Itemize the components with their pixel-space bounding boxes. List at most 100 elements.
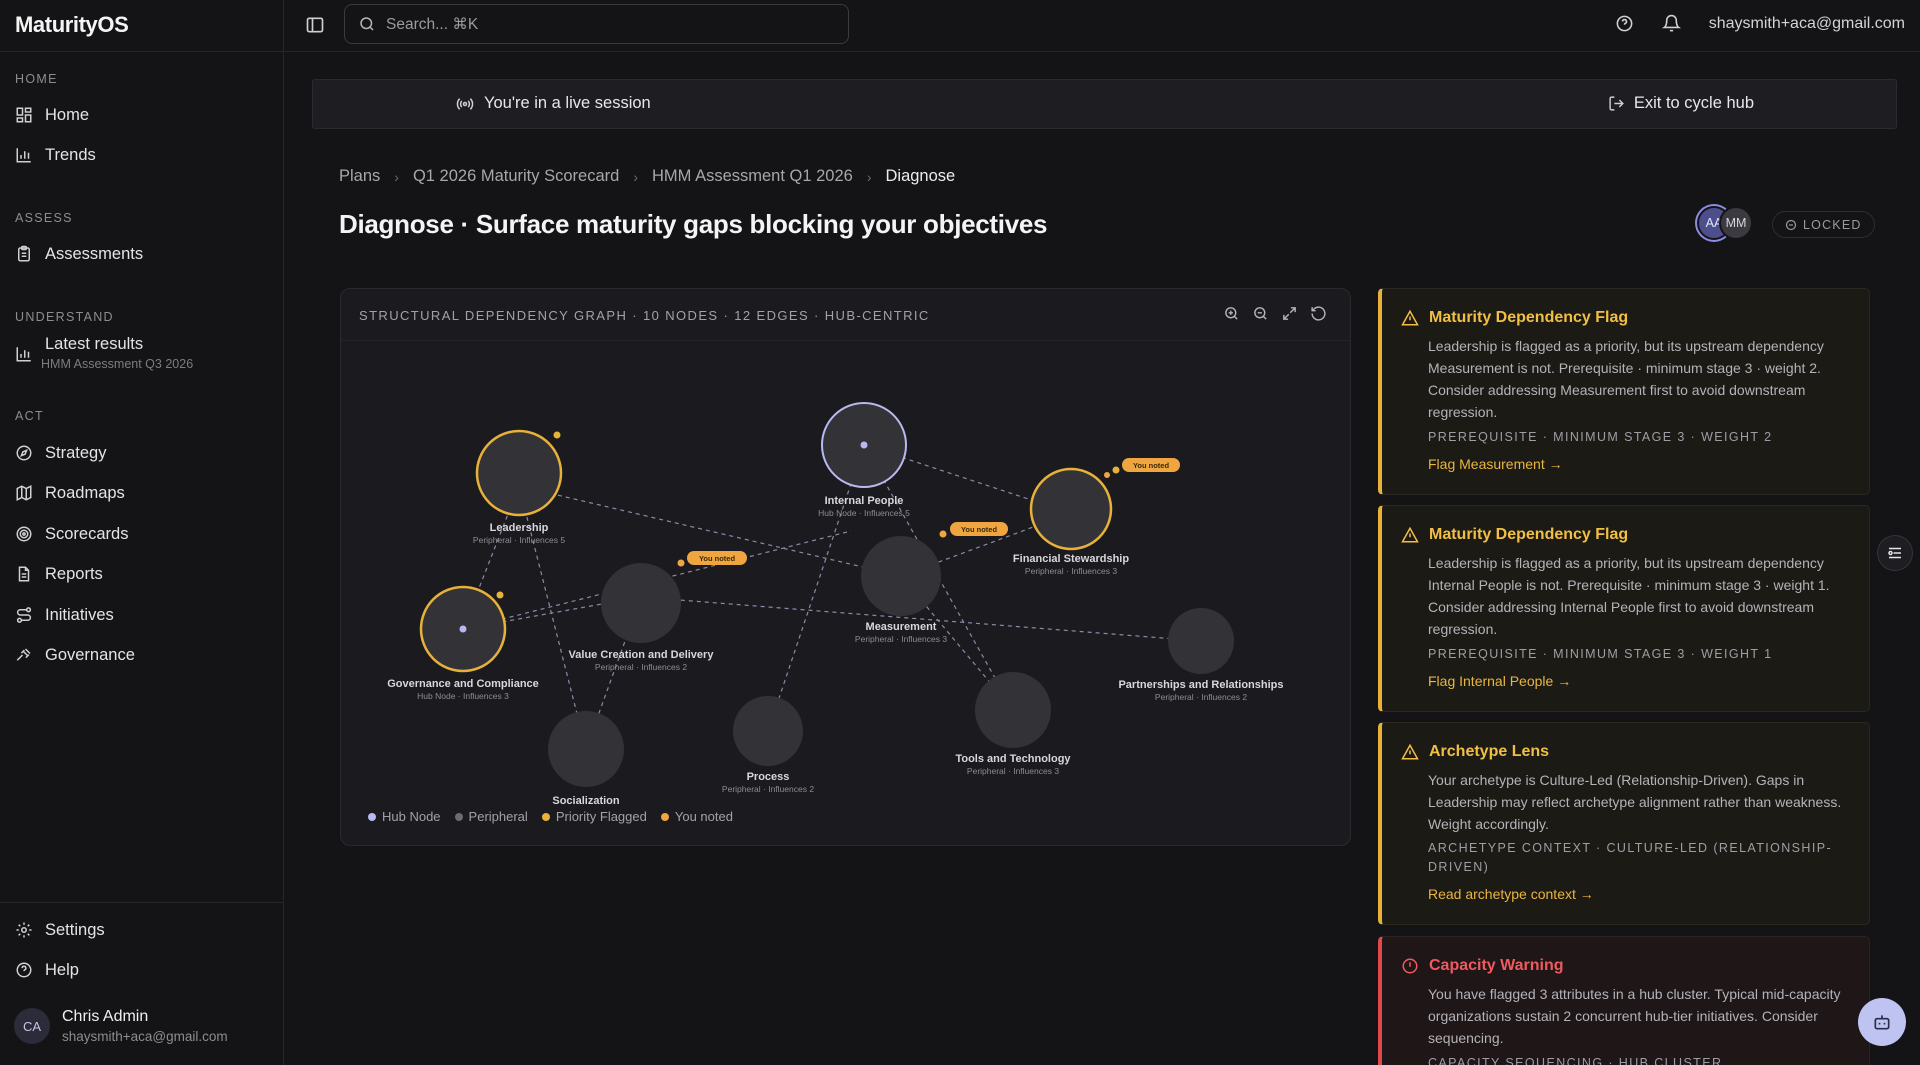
graph-node-leadership[interactable]: Leadership Peripheral · Influences 5	[473, 429, 565, 545]
locked-badge: LOCKED	[1772, 211, 1875, 238]
archetype-lens-card: Archetype Lens Your archetype is Culture…	[1378, 722, 1870, 925]
sidebar-item-trends[interactable]: Trends	[15, 141, 96, 169]
zoom-out-icon[interactable]	[1252, 305, 1269, 322]
sidebar-item-label: Home	[45, 105, 90, 124]
legend-swatch	[660, 812, 669, 821]
sidebar-item-home[interactable]: Home	[15, 101, 89, 129]
alert-circle-icon	[1402, 958, 1418, 974]
bell-icon[interactable]	[1661, 14, 1681, 33]
grid-icon	[16, 107, 32, 123]
file-text-icon	[18, 566, 30, 582]
flag-body: Leadership is flagged as a priority, but…	[1428, 555, 1830, 637]
node-label: Internal People	[825, 495, 904, 507]
expand-icon[interactable]	[1281, 305, 1298, 322]
graph-node-financial-stewardship[interactable]: You noted Financial Stewardship Peripher…	[1013, 458, 1180, 576]
sidebar-toggle-icon[interactable]	[305, 15, 325, 35]
node-sub: Peripheral · Influences 2	[722, 784, 814, 794]
breadcrumb-current: Diagnose	[885, 167, 956, 185]
search-input[interactable]: Search... ⌘K	[344, 4, 849, 44]
node-sub: Peripheral · Influences 3	[967, 766, 1059, 776]
zoom-in-icon[interactable]	[1223, 305, 1240, 322]
sidebar-item-label: Roadmaps	[45, 483, 125, 502]
legend-item: Priority Flagged	[541, 809, 647, 824]
legend-label: Peripheral	[468, 809, 528, 824]
sidebar-item-scorecards[interactable]: Scorecards	[15, 520, 128, 548]
live-session-status: You're in a live session	[456, 94, 651, 113]
sidebar-item-help[interactable]: Help	[15, 956, 79, 984]
flag-title: Capacity Warning	[1429, 957, 1564, 974]
graph-header: STRUCTURAL DEPENDENCY GRAPH · 10 NODES ·…	[341, 289, 1350, 341]
sidebar: MaturityOS HOME Home Trends ASSESS Asses…	[0, 0, 284, 1065]
sidebar-item-roadmaps[interactable]: Roadmaps	[15, 479, 125, 507]
dependency-flag-card: Maturity Dependency Flag Leadership is f…	[1378, 505, 1870, 712]
flag-header: Capacity Warning	[1401, 957, 1564, 975]
app-logo[interactable]: MaturityOS	[15, 12, 129, 38]
graph-node-tools[interactable]: Tools and Technology Peripheral · Influe…	[955, 672, 1071, 776]
map-icon	[16, 485, 32, 501]
reset-icon[interactable]	[1310, 305, 1327, 322]
breadcrumb-item[interactable]: Q1 2026 Maturity Scorecard	[413, 167, 619, 186]
sidebar-item-reports[interactable]: Reports	[15, 560, 103, 588]
you-noted-badge: You noted	[699, 554, 736, 563]
assistant-button[interactable]	[1858, 998, 1906, 1046]
sidebar-item-latest-results[interactable]: Latest results	[15, 330, 143, 362]
gear-icon	[16, 922, 32, 938]
flag-header: Maturity Dependency Flag	[1401, 526, 1628, 544]
legend-swatch	[368, 812, 376, 821]
node-label: Financial Stewardship	[1013, 553, 1129, 565]
help-circle-icon[interactable]	[1615, 14, 1634, 33]
sidebar-item-settings[interactable]: Settings	[15, 916, 105, 944]
exit-to-cycle-hub-button[interactable]: Exit to cycle hub	[1608, 94, 1754, 113]
graph-node-internal-people[interactable]: Internal People Hub Node · Influences 5	[818, 402, 910, 518]
legend-swatch	[454, 812, 463, 821]
divider	[0, 902, 284, 903]
legend-label: Hub Node	[382, 809, 441, 824]
clipboard-icon	[18, 245, 30, 262]
sidebar-item-initiatives[interactable]: Initiatives	[15, 601, 114, 629]
user-email[interactable]: shaysmith+aca@gmail.com	[1709, 15, 1905, 33]
breadcrumb-item[interactable]: Plans	[339, 167, 380, 186]
avatar[interactable]: MM	[1719, 206, 1753, 240]
sidebar-item-label: Help	[45, 960, 79, 979]
sidebar-item-assessments[interactable]: Assessments	[15, 240, 143, 268]
legend-item: Peripheral	[454, 809, 528, 824]
graph-node-value-creation[interactable]: You noted Value Creation and Delivery Pe…	[569, 551, 747, 672]
node-label: Process	[747, 771, 790, 783]
live-session-banner: You're in a live session Exit to cycle h…	[312, 79, 1897, 129]
section-label-home: HOME	[15, 72, 58, 86]
flag-internal-people-link[interactable]: Flag Internal People →	[1428, 673, 1571, 689]
exit-label: Exit to cycle hub	[1633, 94, 1754, 112]
node-label: Measurement	[866, 621, 937, 633]
dependency-graph-panel: STRUCTURAL DEPENDENCY GRAPH · 10 NODES ·…	[340, 288, 1351, 846]
flag-body: Your archetype is Culture-Led (Relations…	[1428, 772, 1842, 832]
chevron-right-icon: ›	[394, 168, 399, 185]
breadcrumb: Plans › Q1 2026 Maturity Scorecard › HMM…	[339, 167, 955, 186]
read-archetype-context-link[interactable]: Read archetype context →	[1428, 886, 1594, 902]
log-out-icon	[1609, 96, 1624, 111]
user-profile[interactable]: CA Chris Admin shaysmith+aca@gmail.com	[14, 1008, 228, 1044]
legend-label: Priority Flagged	[555, 809, 647, 824]
sidebar-item-label: Governance	[45, 645, 135, 664]
graph-node-socialization[interactable]: Socialization	[548, 711, 624, 805]
dependency-graph[interactable]: Leadership Peripheral · Influences 5 Int…	[341, 341, 1350, 805]
flag-measurement-link[interactable]: Flag Measurement →	[1428, 456, 1563, 472]
sidebar-item-strategy[interactable]: Strategy	[15, 439, 106, 467]
node-sub: Peripheral · Influences 3	[855, 634, 947, 644]
you-noted-badge: You noted	[1133, 461, 1170, 470]
avatar: CA	[14, 1008, 50, 1044]
broadcast-icon	[456, 97, 474, 110]
graph-node-partnerships[interactable]: Partnerships and Relationships Periphera…	[1118, 608, 1284, 702]
breadcrumb-item[interactable]: HMM Assessment Q1 2026	[652, 167, 853, 186]
graph-node-process[interactable]: Process Peripheral · Influences 2	[722, 696, 814, 794]
node-sub: Hub Node · Influences 5	[818, 508, 910, 518]
locked-label: LOCKED	[1803, 217, 1862, 232]
graph-node-measurement[interactable]: You noted Measurement Peripheral · Influ…	[855, 522, 1008, 644]
side-panel-toggle[interactable]	[1877, 535, 1913, 571]
lock-status-icon	[1785, 219, 1797, 230]
divider	[0, 51, 284, 52]
search-icon	[360, 17, 374, 31]
live-session-text: You're in a live session	[484, 94, 651, 112]
graph-node-governance[interactable]: Governance and Compliance Hub Node · Inf…	[387, 585, 539, 701]
node-sub: Peripheral · Influences 3	[1025, 566, 1117, 576]
sidebar-item-governance[interactable]: Governance	[15, 641, 135, 669]
